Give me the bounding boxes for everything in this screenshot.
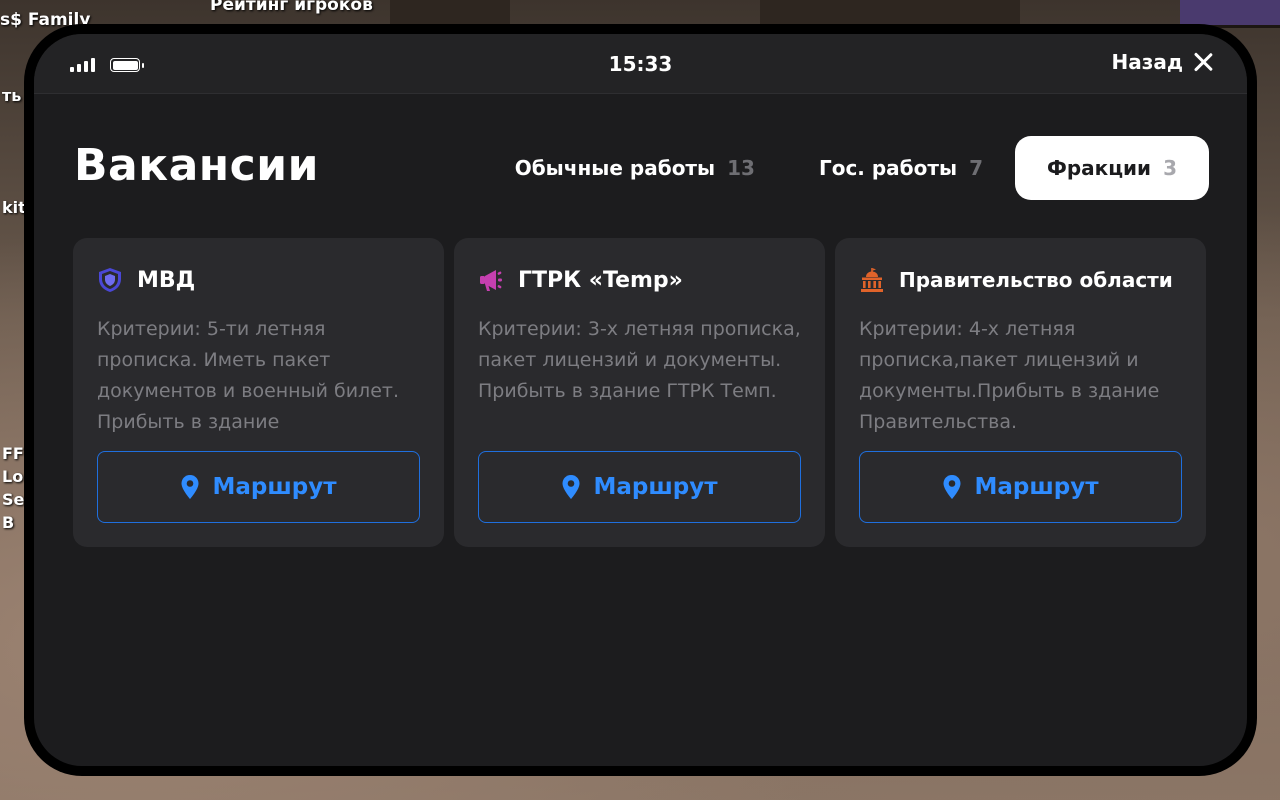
tab-count: 13 (727, 156, 755, 180)
hud-side-text: B (2, 513, 15, 532)
route-button-label: Маршрут (212, 474, 337, 500)
status-time: 15:33 (608, 52, 673, 76)
card-description: Критерии: 3-х летняя прописка, пакет лиц… (478, 318, 801, 402)
tab-factions[interactable]: Фракции 3 (1015, 136, 1209, 200)
vacancy-card-mvd: МВД Критерии: 5-ти летняя прописка. Имет… (73, 238, 444, 547)
route-button-label: Маршрут (593, 474, 718, 500)
card-description: Критерии: 4-х летняя прописка,пакет лице… (859, 318, 1160, 433)
tab-government-jobs[interactable]: Гос. работы 7 (787, 136, 1015, 200)
hud-side-text: Lo (2, 467, 24, 486)
tab-label: Фракции (1047, 156, 1152, 180)
status-bar: 15:33 Назад (34, 34, 1247, 94)
card-title: МВД (137, 267, 196, 293)
hud-side-text: FF (2, 444, 24, 463)
phone-frame: 15:33 Назад Вакансии Обычные работы 13 Г… (24, 24, 1257, 776)
government-building-icon (861, 268, 883, 292)
tab-regular-jobs[interactable]: Обычные работы 13 (483, 136, 787, 200)
route-button-label: Маршрут (974, 474, 1099, 500)
close-icon[interactable] (1193, 52, 1213, 72)
vacancy-list: МВД Критерии: 5-ти летняя прописка. Имет… (73, 238, 1206, 547)
back-button-label: Назад (1111, 50, 1183, 74)
map-pin-icon (943, 475, 961, 499)
tab-count: 3 (1163, 156, 1177, 180)
megaphone-icon (480, 270, 502, 291)
vacancy-card-government: Правительство области Критерии: 4-х летн… (835, 238, 1206, 547)
signal-icon (70, 58, 95, 72)
back-button[interactable]: Назад (1111, 50, 1213, 74)
map-pin-icon (562, 475, 580, 499)
vacancy-card-gtrk: ГТРК «Temp» Критерии: 3-х летняя прописк… (454, 238, 825, 547)
hud-rating-label: Рейтинг игроков (210, 0, 373, 15)
card-title: ГТРК «Temp» (518, 267, 683, 293)
hud-side-text: ть (2, 86, 22, 105)
hud-side-text: Se (2, 490, 25, 509)
tab-count: 7 (969, 156, 983, 180)
shield-icon (99, 268, 121, 292)
tab-bar: Обычные работы 13 Гос. работы 7 Фракции … (483, 136, 1209, 200)
page-title: Вакансии (74, 140, 319, 191)
hud-side-text: kit (2, 198, 26, 217)
route-button[interactable]: Маршрут (859, 451, 1182, 523)
tab-label: Обычные работы (514, 156, 716, 180)
phone-screen: 15:33 Назад Вакансии Обычные работы 13 Г… (34, 34, 1247, 766)
tab-label: Гос. работы (818, 156, 958, 180)
battery-icon (110, 58, 144, 72)
card-description: Критерии: 5-ти летняя прописка. Иметь па… (97, 318, 399, 433)
map-pin-icon (181, 475, 199, 499)
route-button[interactable]: Маршрут (97, 451, 420, 523)
route-button[interactable]: Маршрут (478, 451, 801, 523)
card-title: Правительство области (899, 268, 1173, 292)
